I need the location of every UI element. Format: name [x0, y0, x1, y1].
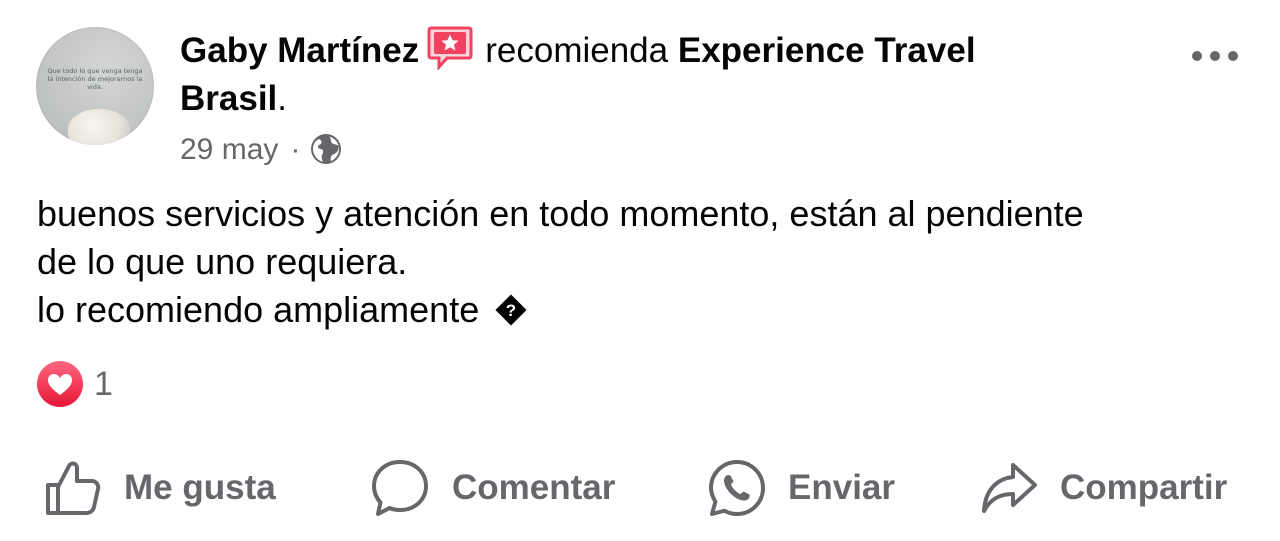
- reactions-summary[interactable]: 1: [36, 360, 113, 408]
- share-button[interactable]: Compartir: [980, 455, 1227, 521]
- header-period: .: [277, 79, 288, 118]
- body-line-2: de lo que uno requiera.: [37, 241, 408, 282]
- recommend-verb: recomienda: [485, 31, 669, 70]
- unknown-emoji-icon: ?: [495, 294, 527, 326]
- post-header: Gaby Martínez recomienda Experience Trav…: [180, 26, 1140, 123]
- recommend-icon: [427, 26, 473, 70]
- reaction-count: 1: [94, 364, 113, 403]
- meta-separator: ·: [290, 133, 301, 166]
- post-meta: 29 may ·: [180, 130, 342, 170]
- more-options-icon[interactable]: [1190, 44, 1240, 68]
- post-body: buenos servicios y atención en todo mome…: [37, 190, 1257, 334]
- comment-label: Comentar: [452, 468, 616, 507]
- globe-icon: [311, 134, 342, 164]
- post-date[interactable]: 29 may: [180, 133, 278, 166]
- body-line-3: lo recomiendo ampliamente ?: [37, 286, 1257, 334]
- avatar-flowers: [68, 109, 130, 145]
- share-icon: [982, 463, 1037, 513]
- thumbs-up-icon: [46, 461, 101, 515]
- body-line-1: buenos servicios y atención en todo mome…: [37, 193, 1084, 234]
- send-button[interactable]: Enviar: [708, 455, 895, 521]
- avatar[interactable]: Que todo lo que venga tenga la intención…: [36, 27, 154, 145]
- send-label: Enviar: [788, 468, 895, 507]
- comment-icon: [372, 460, 428, 516]
- share-label: Compartir: [1060, 468, 1228, 507]
- page-name-line2: Brasil: [180, 79, 278, 118]
- author-name[interactable]: Gaby Martínez: [180, 31, 419, 70]
- love-reaction-icon: [37, 361, 83, 407]
- comment-button[interactable]: Comentar: [370, 455, 615, 521]
- action-bar: Me gusta Comentar Enviar Compartir: [0, 455, 1280, 521]
- avatar-caption: Que todo lo que venga tenga la intención…: [47, 67, 143, 91]
- page-name-line1: Experience Travel: [677, 31, 976, 70]
- like-label: Me gusta: [124, 468, 276, 507]
- unknown-glyph: ?: [506, 301, 516, 320]
- whatsapp-icon: [709, 460, 765, 516]
- like-button[interactable]: Me gusta: [44, 455, 276, 521]
